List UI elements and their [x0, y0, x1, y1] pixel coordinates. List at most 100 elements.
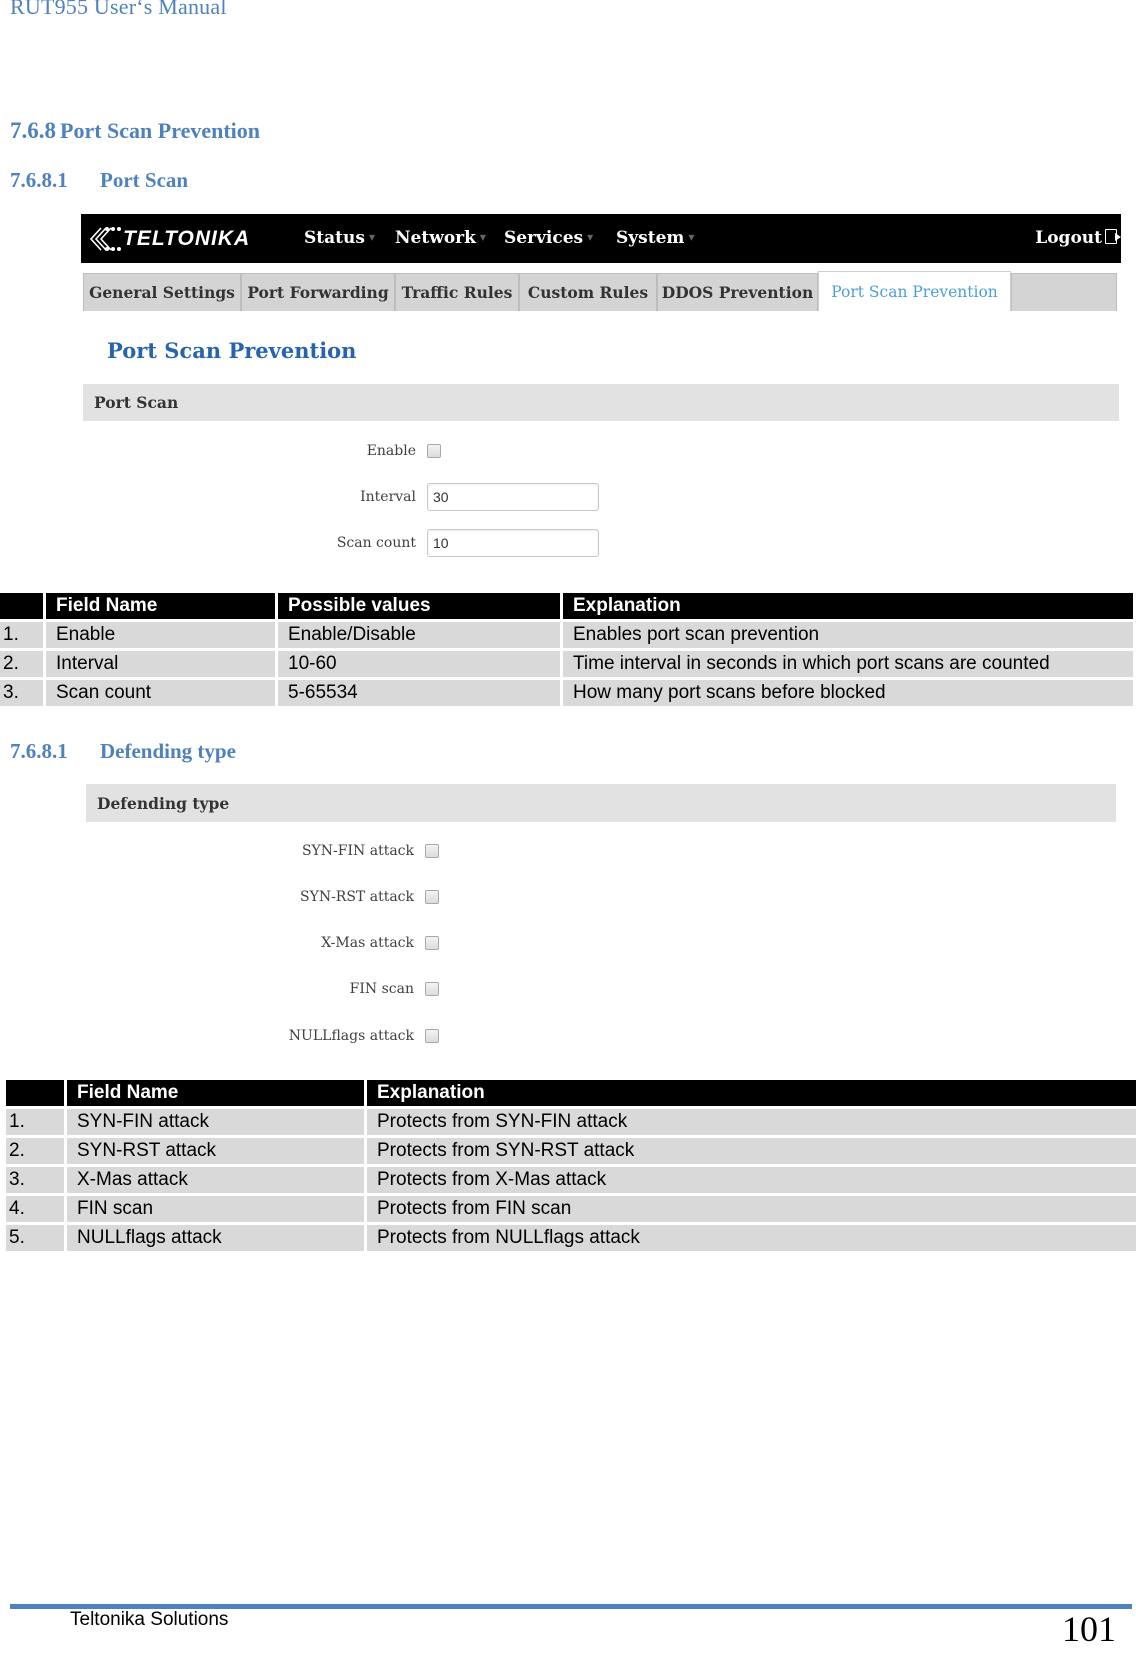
chevron-down-icon: ▾ — [368, 230, 375, 244]
cell-index: 1. — [6, 1109, 64, 1135]
cell-field-name: Scan count — [46, 680, 275, 706]
table-header-row: Field Name Explanation — [6, 1080, 1136, 1106]
cell-field-name: SYN-FIN attack — [67, 1109, 364, 1135]
chevron-down-icon: ▾ — [688, 230, 695, 244]
x-mas-checkbox[interactable] — [425, 936, 439, 950]
tab-ddos-prevention[interactable]: DDOS Prevention — [657, 273, 818, 311]
defending-option-row: FIN scan — [214, 981, 439, 997]
subsection-number: 7.6.8.1 — [10, 739, 68, 763]
port-scan-section-header: Port Scan — [83, 384, 1119, 421]
table-row: 5. NULLflags attack Protects from NULLfl… — [6, 1225, 1136, 1251]
x-mas-label: X-Mas attack — [321, 935, 414, 951]
tab-port-forwarding[interactable]: Port Forwarding — [241, 273, 395, 311]
cell-index: 2. — [0, 651, 43, 677]
logout-icon — [1105, 229, 1121, 244]
defending-option-row: SYN-RST attack — [214, 889, 439, 905]
table-row: 4. FIN scan Protects from FIN scan — [6, 1196, 1136, 1222]
cell-index: 2. — [6, 1138, 64, 1164]
table-header-row: Field Name Possible values Explanation — [0, 593, 1133, 619]
fin-scan-checkbox[interactable] — [425, 982, 439, 996]
defending-type-table: Field Name Explanation 1. SYN-FIN attack… — [3, 1077, 1136, 1254]
subsection-heading-port-scan: 7.6.8.1 Port Scan — [10, 168, 188, 193]
tab-traffic-rules[interactable]: Traffic Rules — [395, 273, 519, 311]
table-header-field-name: Field Name — [46, 593, 275, 619]
section-title: Port Scan Prevention — [60, 118, 261, 143]
interval-label: Interval — [360, 489, 416, 505]
nav-status[interactable]: Status ▾ — [304, 228, 375, 248]
port-scan-table: Field Name Possible values Explanation 1… — [0, 590, 1136, 709]
tab-bar-filler — [1011, 273, 1117, 311]
cell-index: 3. — [6, 1167, 64, 1193]
cell-possible-values: Enable/Disable — [278, 622, 560, 648]
nav-services[interactable]: Services ▾ — [504, 228, 593, 248]
nullflags-checkbox[interactable] — [425, 1029, 439, 1043]
table-row: 2. Interval 10-60 Time interval in secon… — [0, 651, 1133, 677]
table-header-index — [6, 1080, 64, 1106]
cell-possible-values: 10-60 — [278, 651, 560, 677]
brand-name: TELTONIKA — [123, 227, 251, 250]
table-header-index — [0, 593, 43, 619]
cell-explanation: Protects from NULLflags attack — [367, 1225, 1136, 1251]
fin-scan-label: FIN scan — [349, 981, 414, 997]
table-header-field-name: Field Name — [67, 1080, 364, 1106]
subsection-title: Port Scan — [100, 168, 189, 192]
syn-rst-label: SYN-RST attack — [299, 889, 414, 905]
table-header-possible-values: Possible values — [278, 593, 560, 619]
subsection-title: Defending type — [100, 739, 236, 763]
enable-checkbox[interactable] — [427, 444, 441, 458]
cell-explanation: Time interval in seconds in which port s… — [563, 651, 1133, 677]
tab-general-settings[interactable]: General Settings — [83, 273, 241, 311]
cell-field-name: X-Mas attack — [67, 1167, 364, 1193]
nav-network[interactable]: Network ▾ — [395, 228, 486, 248]
table-row: 3. Scan count 5-65534 How many port scan… — [0, 680, 1133, 706]
cell-explanation: Protects from FIN scan — [367, 1196, 1136, 1222]
teltonika-logo[interactable]: TELTONIKA — [87, 224, 250, 254]
syn-fin-label: SYN-FIN attack — [301, 843, 414, 859]
cell-field-name: Enable — [46, 622, 275, 648]
cell-index: 5. — [6, 1225, 64, 1251]
logout-label: Logout — [1035, 228, 1102, 248]
scan-count-label: Scan count — [336, 535, 416, 551]
table-row: 2. SYN-RST attack Protects from SYN-RST … — [6, 1138, 1136, 1164]
syn-rst-checkbox[interactable] — [425, 890, 439, 904]
chevron-down-icon: ▾ — [587, 230, 594, 244]
cell-possible-values: 5-65534 — [278, 680, 560, 706]
cell-explanation: Enables port scan prevention — [563, 622, 1133, 648]
syn-fin-checkbox[interactable] — [425, 844, 439, 858]
cell-explanation: Protects from SYN-FIN attack — [367, 1109, 1136, 1135]
cell-index: 4. — [6, 1196, 64, 1222]
cell-explanation: How many port scans before blocked — [563, 680, 1133, 706]
subsection-number: 7.6.8.1 — [10, 168, 68, 192]
cell-explanation: Protects from SYN-RST attack — [367, 1138, 1136, 1164]
enable-label: Enable — [366, 443, 416, 459]
running-header: RUT955 User‘s Manual — [10, 0, 227, 19]
defending-option-row: SYN-FIN attack — [214, 843, 439, 859]
page-number: 101 — [1062, 1609, 1116, 1649]
enable-row: Enable — [216, 443, 441, 459]
scan-count-input[interactable] — [427, 529, 599, 557]
tab-port-scan-prevention[interactable]: Port Scan Prevention — [818, 271, 1011, 311]
tab-custom-rules[interactable]: Custom Rules — [519, 273, 657, 311]
tab-bar: General Settings Port Forwarding Traffic… — [83, 271, 1119, 311]
scan-count-row: Scan count — [216, 529, 599, 557]
router-navbar: TELTONIKA Status ▾ Network ▾ Services ▾ Sys… — [81, 214, 1121, 263]
interval-row: Interval — [216, 483, 599, 511]
nav-label: Status — [304, 228, 365, 248]
defending-option-row: X-Mas attack — [214, 935, 439, 951]
table-header-explanation: Explanation — [563, 593, 1133, 619]
table-row: 3. X-Mas attack Protects from X-Mas atta… — [6, 1167, 1136, 1193]
nav-label: Services — [504, 228, 584, 248]
section-heading: 7.6.8 Port Scan Prevention — [10, 118, 260, 144]
nullflags-label: NULLflags attack — [288, 1028, 414, 1044]
teltonika-logo-icon — [89, 227, 121, 251]
table-header-explanation: Explanation — [367, 1080, 1136, 1106]
page-title: Port Scan Prevention — [107, 338, 357, 363]
cell-field-name: NULLflags attack — [67, 1225, 364, 1251]
interval-input[interactable] — [427, 483, 599, 511]
table-row: 1. Enable Enable/Disable Enables port sc… — [0, 622, 1133, 648]
logout-button[interactable]: Logout — [1035, 228, 1121, 248]
nav-label: System — [616, 228, 685, 248]
cell-field-name: Interval — [46, 651, 275, 677]
nav-label: Network — [395, 228, 476, 248]
nav-system[interactable]: System ▾ — [616, 228, 694, 248]
